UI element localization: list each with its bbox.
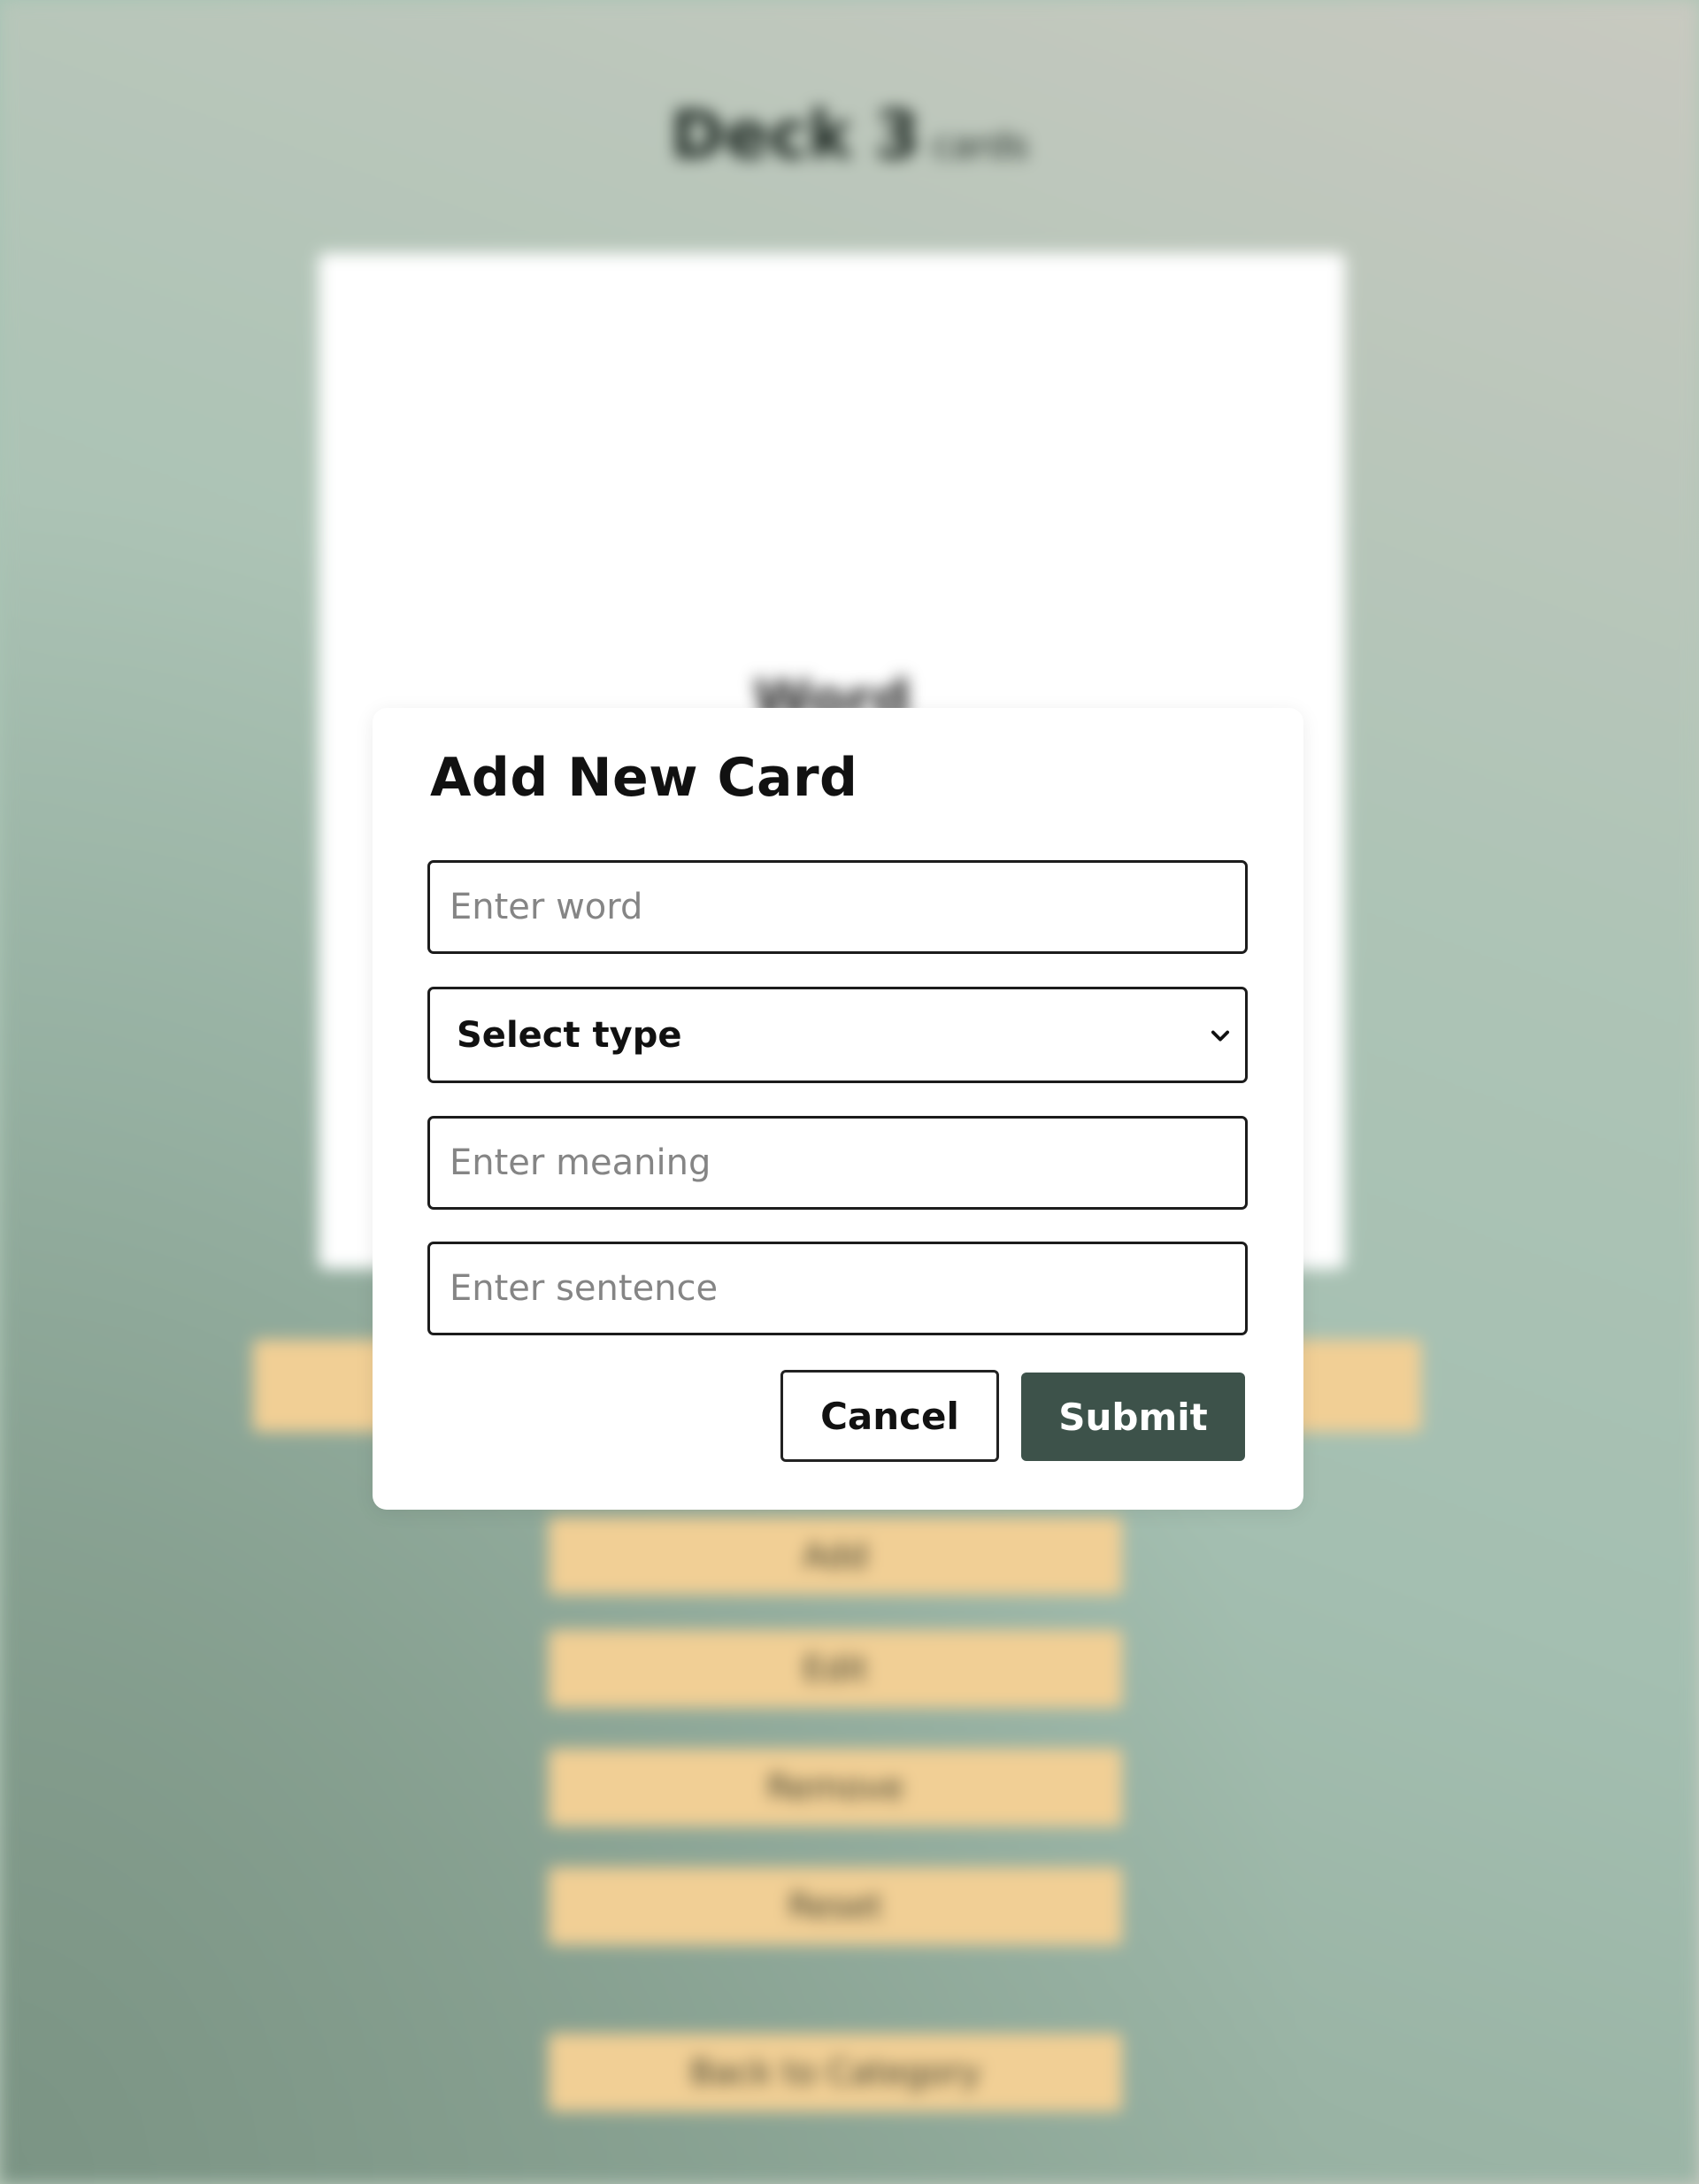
modal-title: Add New Card bbox=[430, 747, 858, 809]
remove-button-bg: Remove bbox=[549, 1749, 1122, 1826]
type-select[interactable]: Select type bbox=[427, 987, 1248, 1083]
add-card-modal: Add New Card Select type Cancel Submit bbox=[373, 708, 1303, 1510]
type-select-value: Select type bbox=[457, 1014, 682, 1056]
deck-title: Deck 3 cards bbox=[584, 97, 1115, 173]
back-to-category-button-bg: Back to Category bbox=[549, 2034, 1122, 2111]
chevron-down-icon bbox=[1211, 1030, 1230, 1042]
submit-button[interactable]: Submit bbox=[1021, 1373, 1245, 1461]
deck-title-suffix: cards bbox=[932, 126, 1029, 166]
meaning-input[interactable] bbox=[427, 1116, 1248, 1210]
add-button-bg: Add bbox=[549, 1517, 1122, 1595]
reset-button-bg: Reset bbox=[549, 1867, 1122, 1945]
deck-title-text: Deck 3 bbox=[670, 97, 920, 173]
cancel-button[interactable]: Cancel bbox=[780, 1370, 999, 1462]
sentence-input[interactable] bbox=[427, 1242, 1248, 1335]
word-input[interactable] bbox=[427, 860, 1248, 954]
edit-button-bg: Edit bbox=[549, 1630, 1122, 1708]
